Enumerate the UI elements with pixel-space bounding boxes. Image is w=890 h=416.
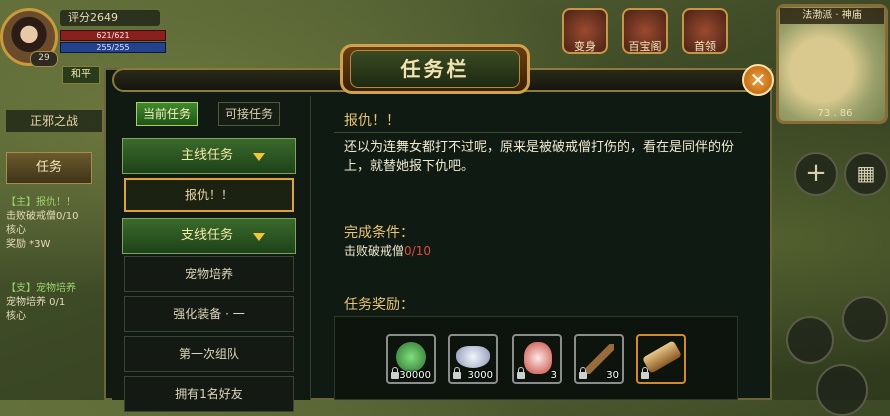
chevron-down-icon — [253, 233, 265, 241]
transform-label: 变身 — [574, 40, 596, 53]
lock-icon — [641, 367, 649, 379]
hud-quest-title: 【主】报仇！！ — [6, 197, 76, 208]
player-level-badge: 29 — [30, 51, 58, 67]
category-label: 支线任务 — [181, 228, 234, 243]
hud-quest-tab[interactable]: 任务 — [6, 152, 92, 184]
hud-quest-title: 【支】宠物培养 — [6, 283, 76, 294]
close-button[interactable]: ✕ — [742, 64, 774, 96]
dialog-title: 任务栏 — [350, 50, 520, 88]
quest-name: 报仇！！ — [344, 113, 400, 129]
treasure-pavilion-label: 百宝阁 — [628, 40, 662, 53]
hud-quest-branch[interactable]: 【支】宠物培养 宠物培养 0/1 核心 — [6, 282, 98, 324]
reward-quantity: 3000 — [467, 370, 493, 381]
condition-text: 击败破戒僧 — [344, 244, 405, 258]
quest-item[interactable]: 第一次组队 — [124, 336, 294, 372]
score-label: 评分2649 — [60, 10, 160, 26]
exp-icon — [396, 342, 426, 372]
hud-quest-progress: 宠物培养 0/1 — [6, 297, 66, 308]
plus-icon[interactable]: + — [794, 152, 838, 196]
completion-condition: 击败破戒僧0/10 — [344, 242, 431, 259]
map-coordinates: 73 . 86 — [817, 108, 853, 119]
boss-label: 首领 — [694, 40, 716, 53]
reward-quantity: 30000 — [399, 370, 431, 381]
quest-item-selected[interactable]: 报仇！！ — [124, 178, 294, 212]
hud-quest-main[interactable]: 【主】报仇！！ 击败破戒僧0/10 核心 奖励 *3W — [6, 196, 98, 252]
pk-mode-badge[interactable]: 和平 — [62, 66, 100, 84]
skill-button[interactable] — [842, 296, 888, 342]
reward-slot[interactable]: 3000 — [448, 334, 498, 384]
reward-quantity: 3 — [550, 370, 557, 381]
hud-quest-progress: 击败破戒僧0/10 — [6, 211, 79, 222]
reward-title: 任务奖励： — [344, 297, 414, 313]
mp-bar: 255/255 — [60, 42, 166, 53]
lock-icon — [517, 367, 525, 379]
menu-grid-icon[interactable]: ▦ — [844, 152, 888, 196]
map-name: 法渤派 · 神庙 — [780, 8, 884, 24]
reward-slot[interactable]: 3 — [512, 334, 562, 384]
hp-bar: 621/621 — [60, 30, 166, 41]
category-branch-quests[interactable]: 支线任务 — [122, 218, 296, 254]
attack-button[interactable] — [816, 364, 868, 416]
lock-icon — [391, 367, 399, 379]
tab-available-quests[interactable]: 可接任务 — [218, 102, 280, 126]
reward-slot[interactable] — [636, 334, 686, 384]
tab-current-quests[interactable]: 当前任务 — [136, 102, 198, 126]
faction-war-button[interactable]: 正邪之战 — [6, 110, 102, 132]
skill-button[interactable] — [786, 316, 834, 364]
completion-title: 完成条件： — [344, 225, 414, 241]
divider — [334, 132, 742, 133]
hud-quest-reward-label: 核心 — [6, 225, 26, 236]
category-main-quests[interactable]: 主线任务 — [122, 138, 296, 174]
quest-item[interactable]: 强化装备 · 一 — [124, 296, 294, 332]
quest-item[interactable]: 宠物培养 — [124, 256, 294, 292]
category-label: 主线任务 — [181, 148, 234, 163]
lock-icon — [579, 367, 587, 379]
quest-item[interactable]: 拥有1名好友 — [124, 376, 294, 412]
silver-ingot-icon — [456, 346, 490, 368]
hud-quest-reward-label: 核心 — [6, 311, 26, 322]
lock-icon — [453, 367, 461, 379]
reward-slot[interactable]: 30000 — [386, 334, 436, 384]
quest-description: 还以为连舞女都打不过呢，原来是被破戒僧打伤的，看在是同伴的份上，就替她报下仇吧。 — [344, 140, 735, 174]
red-bag-icon — [524, 342, 552, 374]
condition-count: 0/10 — [404, 244, 431, 258]
reward-slot[interactable]: 30 — [574, 334, 624, 384]
hud-quest-reward: 奖励 *3W — [6, 239, 51, 250]
reward-quantity: 30 — [606, 370, 619, 381]
chevron-down-icon — [253, 153, 265, 161]
